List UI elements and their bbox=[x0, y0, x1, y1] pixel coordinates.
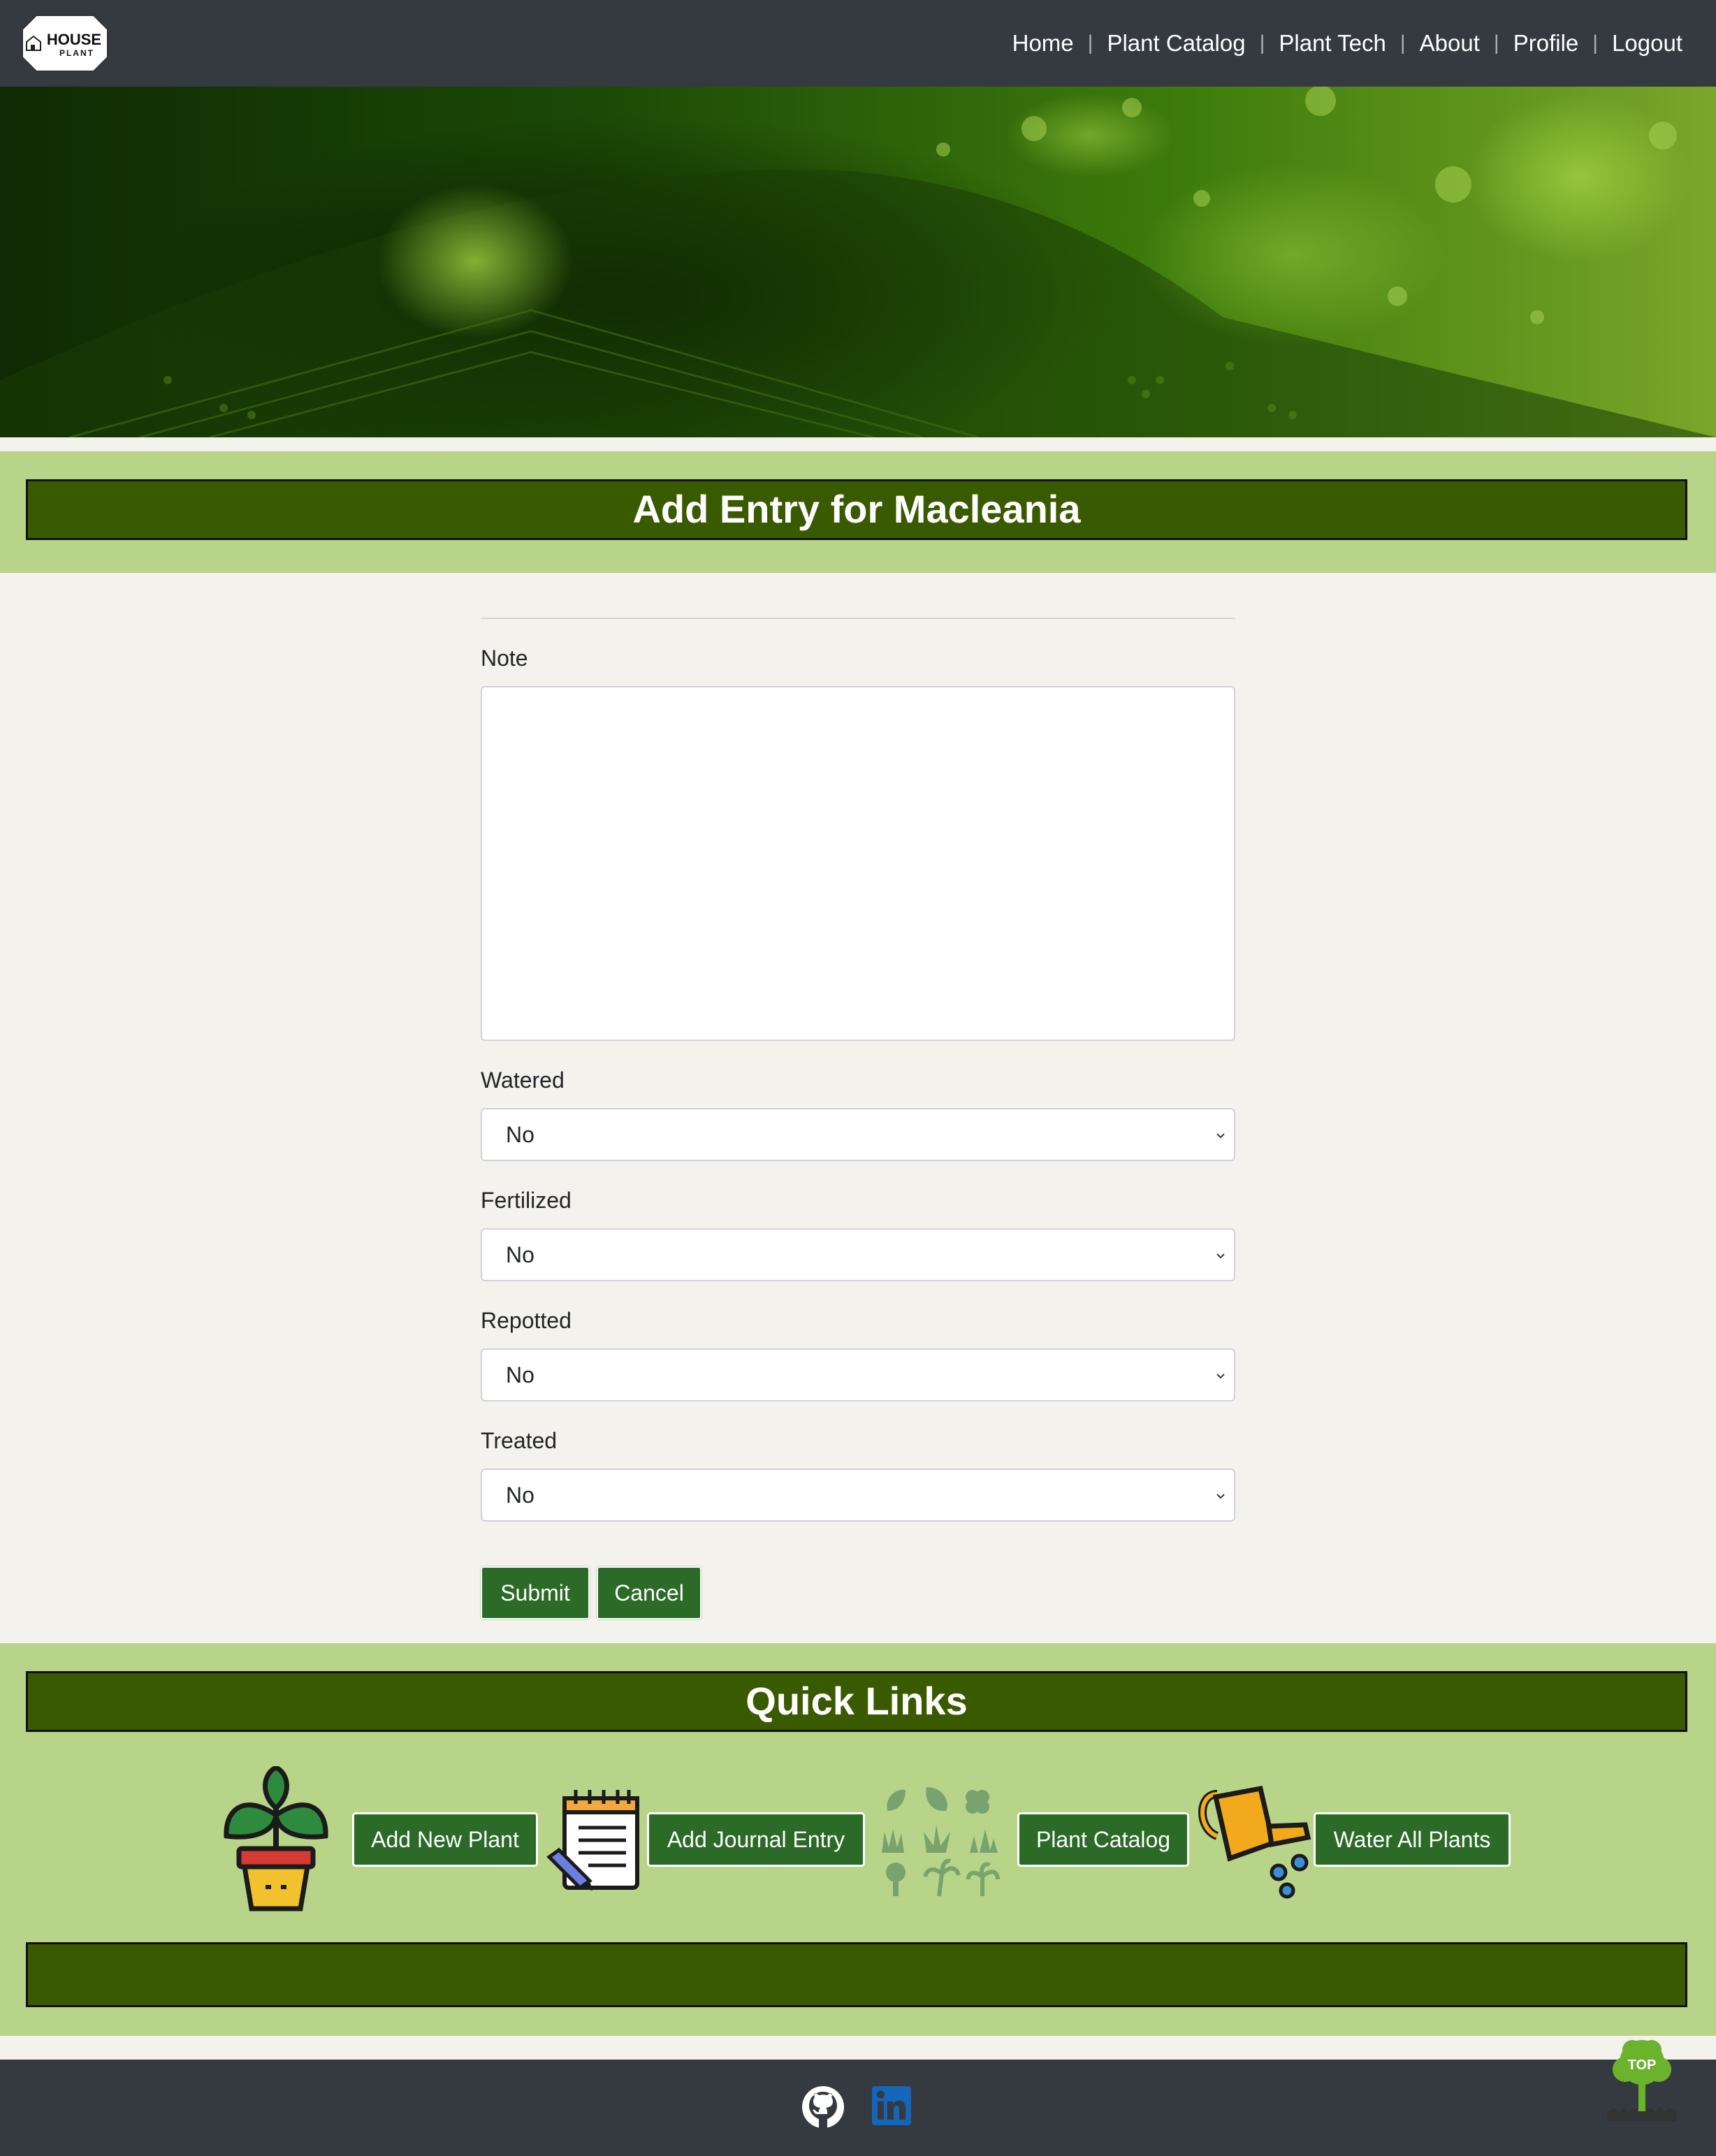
chevron-down-icon bbox=[1216, 1374, 1225, 1379]
watered-label: Watered bbox=[481, 1068, 565, 1093]
form-divider bbox=[481, 618, 1235, 619]
nav-logout[interactable]: Logout bbox=[1612, 30, 1682, 57]
chevron-down-icon bbox=[1216, 1253, 1225, 1259]
github-icon[interactable] bbox=[801, 2085, 845, 2129]
water-all-plants-button[interactable]: Water All Plants bbox=[1314, 1812, 1511, 1867]
back-to-top-button[interactable]: TOP bbox=[1607, 2037, 1677, 2125]
repotted-select[interactable]: No bbox=[481, 1348, 1235, 1401]
chevron-down-icon bbox=[1216, 1494, 1225, 1499]
submit-button[interactable]: Submit bbox=[481, 1566, 590, 1619]
add-new-plant-button[interactable]: Add New Plant bbox=[352, 1812, 538, 1867]
add-journal-entry-button[interactable]: Add Journal Entry bbox=[647, 1812, 865, 1867]
navbar: HOUSE PLANT Home | Plant Catalog | Plant… bbox=[0, 0, 1716, 87]
back-to-top-label: TOP bbox=[1628, 2057, 1657, 2073]
page-title: Add Entry for Macleania bbox=[26, 479, 1687, 540]
watered-select[interactable]: No bbox=[481, 1108, 1235, 1161]
hero-banner-image bbox=[0, 87, 1716, 437]
quick-links-bottom-bar bbox=[26, 1942, 1687, 2007]
nav-plant-tech[interactable]: Plant Tech bbox=[1279, 30, 1386, 57]
treated-select[interactable]: No bbox=[481, 1469, 1235, 1522]
quick-links-title: Quick Links bbox=[26, 1671, 1687, 1732]
potted-plant-icon[interactable] bbox=[218, 1766, 334, 1913]
nav-profile[interactable]: Profile bbox=[1513, 30, 1579, 57]
nav-separator: | bbox=[1259, 31, 1265, 54]
nav-separator: | bbox=[1399, 31, 1406, 54]
treated-select-value: No bbox=[506, 1483, 535, 1508]
plant-catalog-button[interactable]: Plant Catalog bbox=[1017, 1812, 1189, 1867]
nav-separator: | bbox=[1493, 31, 1499, 54]
fertilized-label: Fertilized bbox=[481, 1188, 572, 1213]
plant-types-icon[interactable] bbox=[878, 1783, 1003, 1902]
nav-home[interactable]: Home bbox=[1012, 30, 1074, 57]
notepad-pencil-icon[interactable] bbox=[546, 1787, 641, 1892]
nav-links: Home | Plant Catalog | Plant Tech | Abou… bbox=[1012, 0, 1682, 87]
repotted-select-value: No bbox=[506, 1362, 535, 1387]
nav-about[interactable]: About bbox=[1420, 30, 1480, 57]
fertilized-select[interactable]: No bbox=[481, 1228, 1235, 1281]
note-label: Note bbox=[481, 646, 528, 671]
chevron-down-icon bbox=[1216, 1133, 1225, 1139]
watered-select-value: No bbox=[506, 1122, 535, 1147]
watering-can-icon[interactable] bbox=[1196, 1780, 1314, 1899]
cancel-button[interactable]: Cancel bbox=[597, 1566, 701, 1619]
logo-line1: HOUSE bbox=[47, 31, 101, 48]
logo-line2: PLANT bbox=[59, 48, 94, 58]
nav-separator: | bbox=[1087, 31, 1093, 54]
nav-separator: | bbox=[1592, 31, 1599, 54]
linkedin-icon[interactable] bbox=[871, 2085, 912, 2127]
fertilized-select-value: No bbox=[506, 1242, 535, 1267]
treated-label: Treated bbox=[481, 1428, 558, 1453]
repotted-label: Repotted bbox=[481, 1308, 572, 1333]
footer bbox=[0, 2060, 1716, 2156]
house-plant-logo[interactable]: HOUSE PLANT bbox=[21, 14, 109, 73]
quick-links-row: Add New Plant Add Journal Entry Plant Ca… bbox=[0, 1766, 1716, 1913]
nav-plant-catalog[interactable]: Plant Catalog bbox=[1107, 30, 1245, 57]
note-textarea[interactable] bbox=[481, 686, 1235, 1041]
